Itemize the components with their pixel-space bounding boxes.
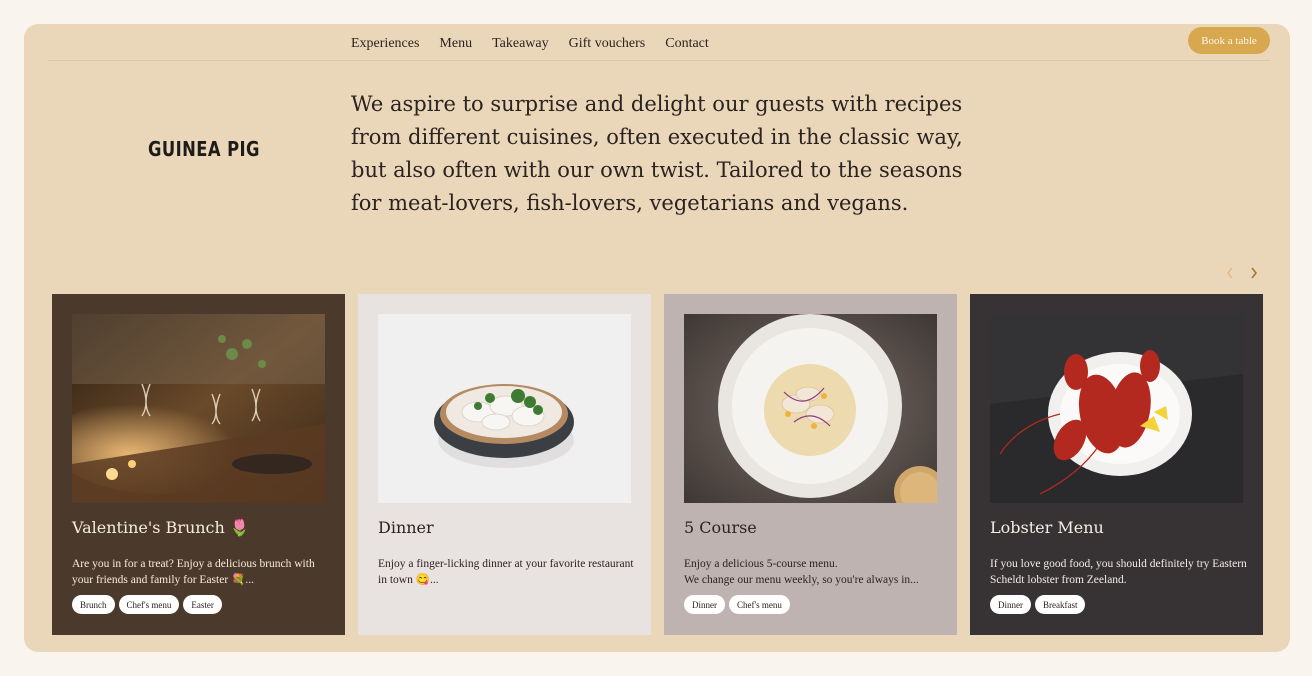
book-table-button[interactable]: Book a table xyxy=(1188,27,1270,54)
card-lobster-menu[interactable]: Lobster Menu If you love good food, you … xyxy=(970,294,1263,635)
card-title: Dinner xyxy=(378,518,434,537)
chevron-right-icon[interactable] xyxy=(1248,264,1260,282)
tag-brunch[interactable]: Brunch xyxy=(72,595,115,614)
nav-experiences[interactable]: Experiences xyxy=(351,36,419,52)
nav-gift-vouchers[interactable]: Gift vouchers xyxy=(569,36,646,52)
tag-dinner[interactable]: Dinner xyxy=(684,595,725,614)
card-description: If you love good food, you should defini… xyxy=(990,558,1247,586)
card-description-text: Enjoy a delicious 5-course menu. We chan… xyxy=(684,558,919,586)
dumplings-bowl-photo xyxy=(378,314,631,503)
card-title: Lobster Menu xyxy=(990,518,1104,537)
card-tags: Brunch Chef's menu Easter xyxy=(72,595,222,614)
card-tags: Dinner Breakfast xyxy=(990,595,1086,614)
experience-carousel: Valentine's Brunch 🌷 Are you in for a tr… xyxy=(52,294,1263,635)
nav-contact[interactable]: Contact xyxy=(665,36,709,52)
card-dinner[interactable]: Dinner Enjoy a finger-licking dinner at … xyxy=(358,294,651,635)
intro-text: We aspire to surprise and delight our gu… xyxy=(351,92,963,215)
card-title: Valentine's Brunch 🌷 xyxy=(72,518,250,537)
carousel-controls xyxy=(1224,264,1260,282)
nav-takeaway[interactable]: Takeaway xyxy=(492,36,549,52)
tag-dinner[interactable]: Dinner xyxy=(990,595,1031,614)
header-divider xyxy=(48,60,1270,61)
brand-logo[interactable]: GUINEA PIG xyxy=(148,137,260,161)
card-description: Enjoy a delicious 5-course menu. We chan… xyxy=(684,556,942,588)
card-5-course[interactable]: 5 Course Enjoy a delicious 5-course menu… xyxy=(664,294,957,635)
card-valentines-brunch[interactable]: Valentine's Brunch 🌷 Are you in for a tr… xyxy=(52,294,345,635)
card-tags: Dinner Chef's menu xyxy=(684,595,790,614)
main-nav: Experiences Menu Takeaway Gift vouchers … xyxy=(351,32,709,56)
tag-chefs-menu[interactable]: Chef's menu xyxy=(118,595,180,614)
nav-menu[interactable]: Menu xyxy=(439,36,472,52)
tag-easter[interactable]: Easter xyxy=(183,595,222,614)
card-description: Enjoy a finger-licking dinner at your fa… xyxy=(378,558,634,586)
card-title: 5 Course xyxy=(684,518,757,537)
ceviche-plate-photo xyxy=(684,314,937,503)
card-description: Are you in for a treat? Enjoy a deliciou… xyxy=(72,558,315,586)
tag-breakfast[interactable]: Breakfast xyxy=(1035,595,1086,614)
tag-chefs-menu[interactable]: Chef's menu xyxy=(729,595,790,614)
page-panel: Experiences Menu Takeaway Gift vouchers … xyxy=(24,24,1290,652)
chevron-left-icon[interactable] xyxy=(1224,264,1236,282)
lobster-plate-photo xyxy=(990,314,1243,503)
brunch-table-photo xyxy=(72,314,325,503)
